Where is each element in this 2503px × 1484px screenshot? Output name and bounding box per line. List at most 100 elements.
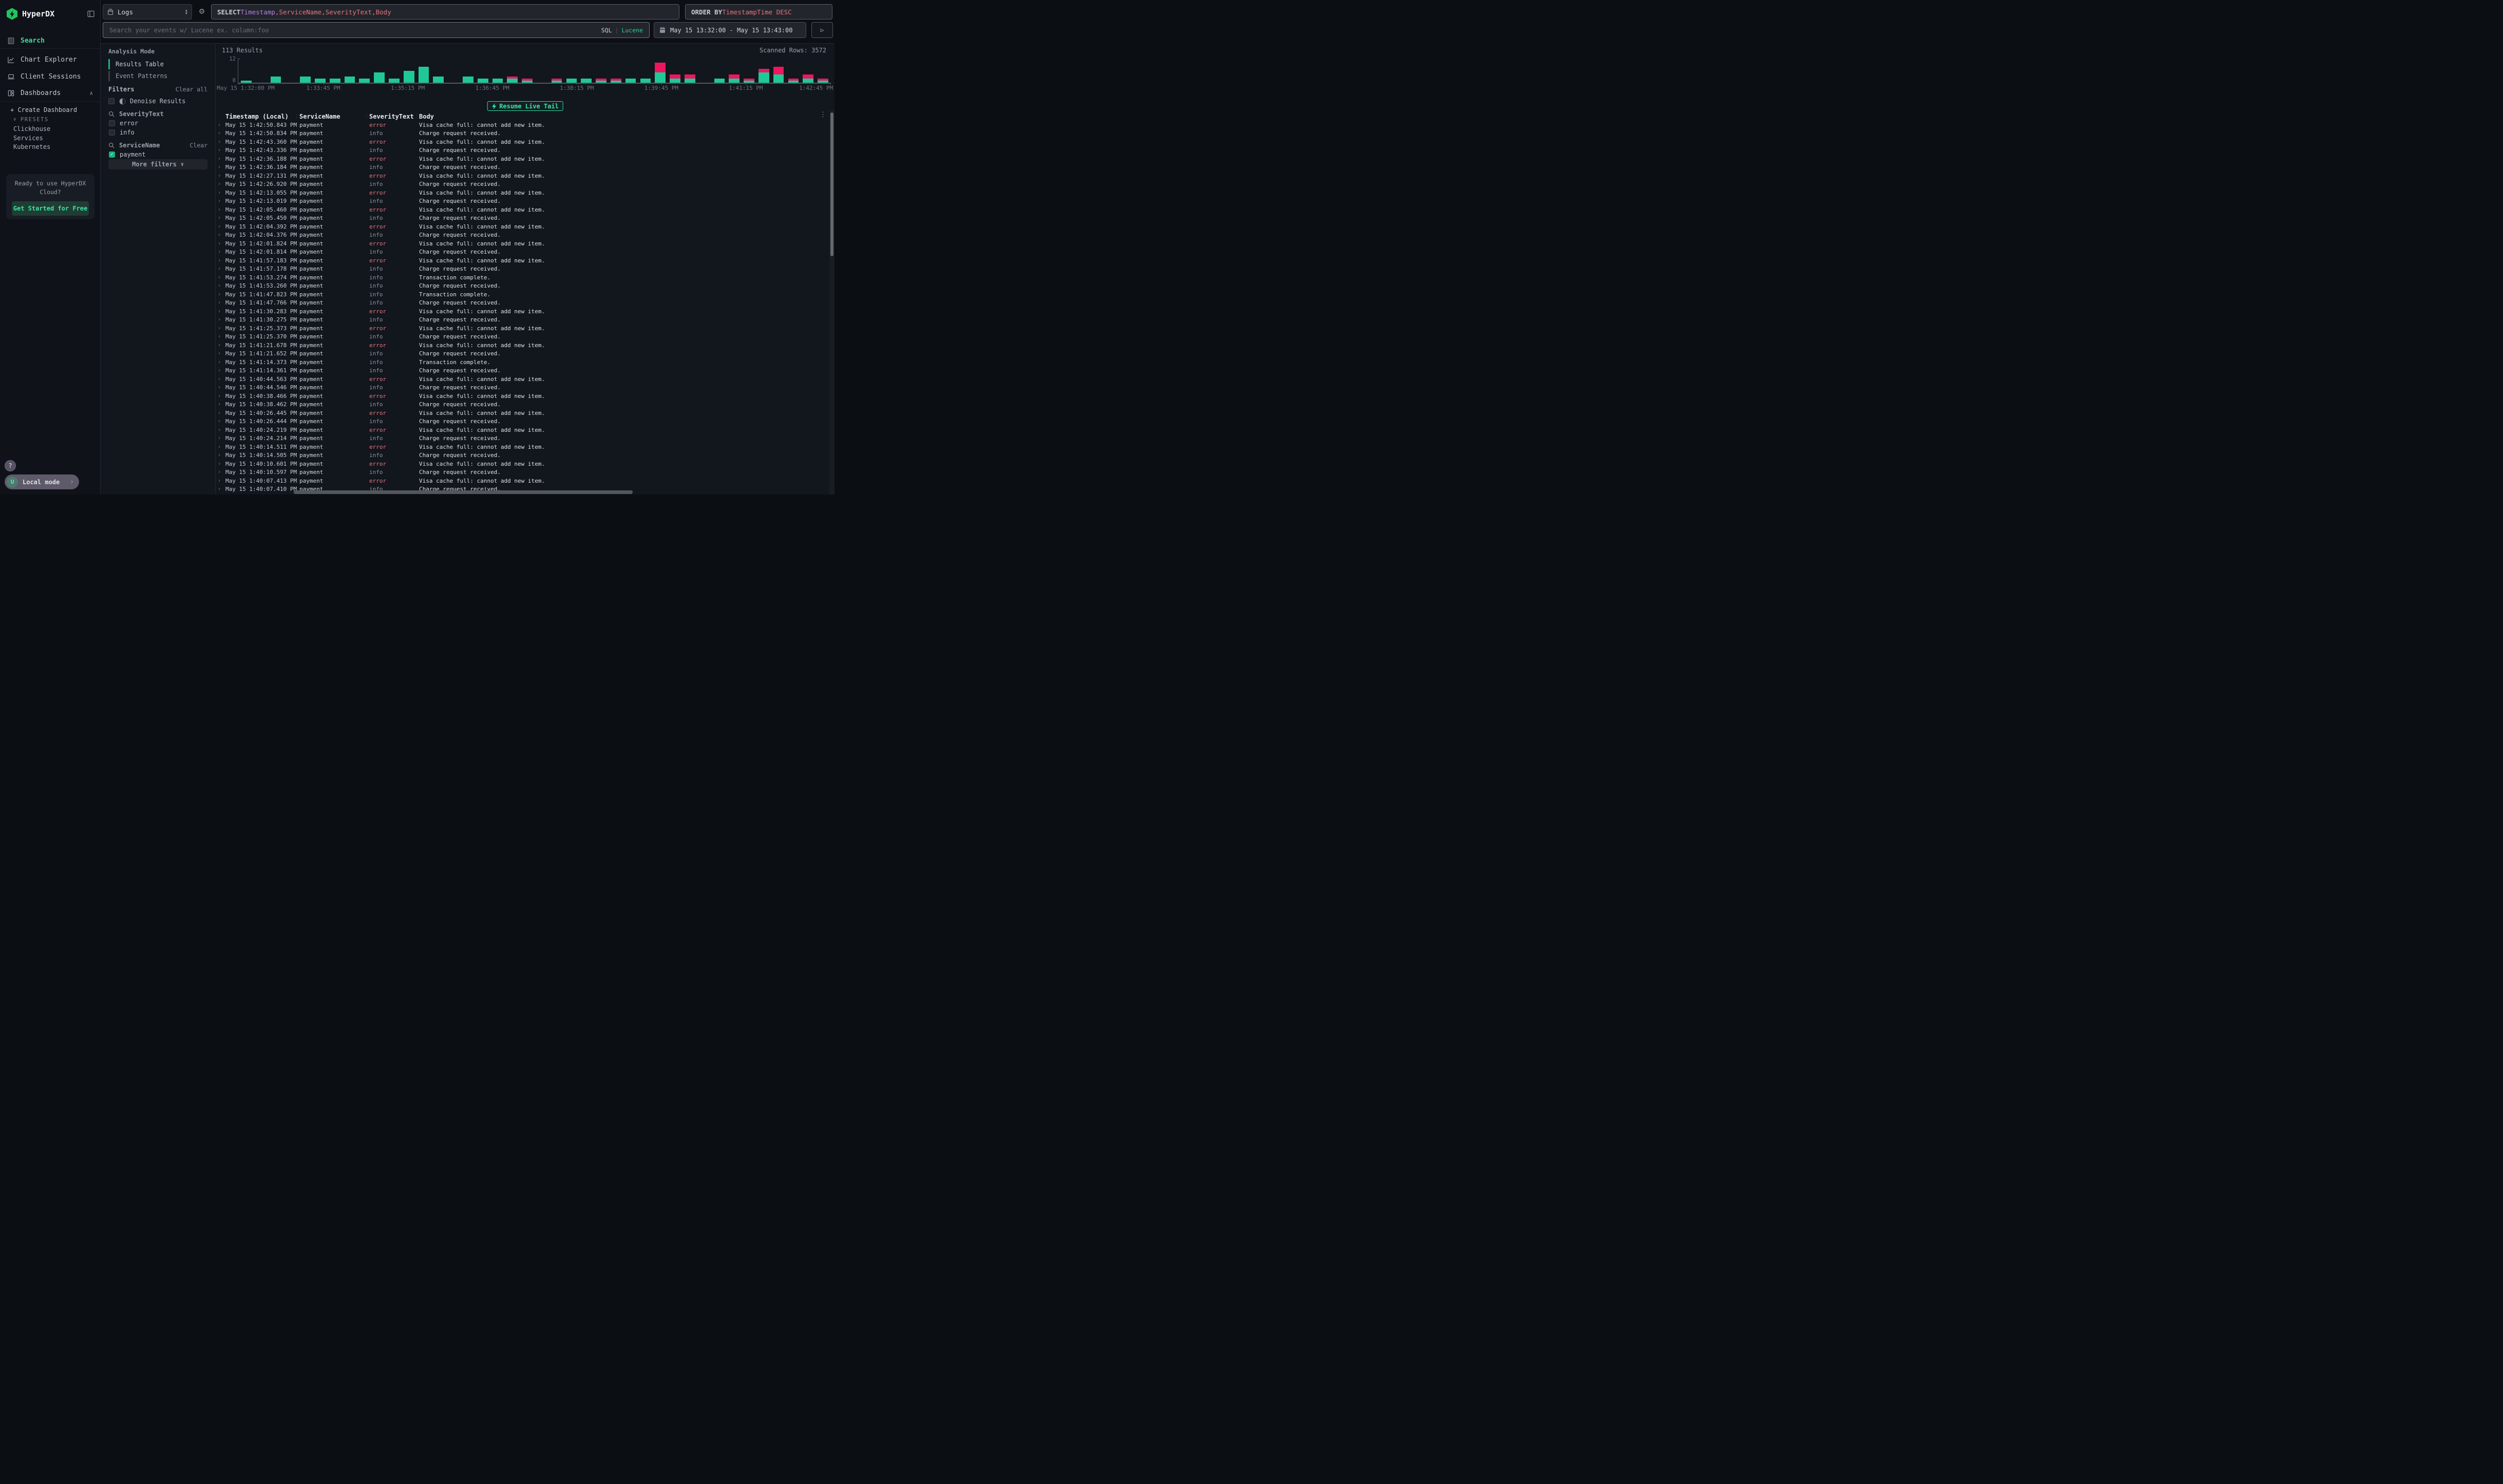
- info-bar-segment[interactable]: [359, 79, 370, 83]
- row-expand-chevron-icon[interactable]: ›: [218, 215, 225, 221]
- preset-kubernetes[interactable]: Kubernetes: [0, 142, 100, 151]
- table-row[interactable]: ›May 15 1:40:38.462 PMpaymentinfoCharge …: [216, 401, 827, 409]
- error-bar-segment[interactable]: [729, 74, 739, 79]
- resume-live-tail-button[interactable]: Resume Live Tail: [487, 101, 563, 111]
- histogram-bin[interactable]: [283, 59, 298, 83]
- info-bar-segment[interactable]: [625, 79, 636, 83]
- row-expand-chevron-icon[interactable]: ›: [218, 359, 225, 365]
- histogram-bin[interactable]: [505, 59, 520, 83]
- row-expand-chevron-icon[interactable]: ›: [218, 275, 225, 280]
- table-row[interactable]: ›May 15 1:41:25.373 PMpaymenterrorVisa c…: [216, 324, 827, 333]
- table-row[interactable]: ›May 15 1:41:21.678 PMpaymenterrorVisa c…: [216, 341, 827, 350]
- table-row[interactable]: ›May 15 1:40:10.601 PMpaymenterrorVisa c…: [216, 460, 827, 468]
- histogram-bin[interactable]: [682, 59, 697, 83]
- histogram-bin[interactable]: [623, 59, 638, 83]
- row-expand-chevron-icon[interactable]: ›: [218, 156, 225, 162]
- table-row[interactable]: ›May 15 1:41:30.275 PMpaymentinfoCharge …: [216, 316, 827, 325]
- row-expand-chevron-icon[interactable]: ›: [218, 139, 225, 145]
- table-row[interactable]: ›May 15 1:41:57.178 PMpaymentinfoCharge …: [216, 265, 827, 274]
- table-row[interactable]: ›May 15 1:40:14.505 PMpaymentinfoCharge …: [216, 451, 827, 460]
- row-expand-chevron-icon[interactable]: ›: [218, 469, 225, 475]
- lucene-mode-button[interactable]: Lucene: [621, 27, 643, 34]
- vertical-scrollbar-thumb[interactable]: [830, 112, 833, 256]
- checkbox-unchecked[interactable]: [109, 120, 115, 126]
- sidebar-item-chart-explorer[interactable]: Chart Explorer: [0, 53, 100, 66]
- row-expand-chevron-icon[interactable]: ›: [218, 224, 225, 230]
- checkbox-checked[interactable]: ✓: [109, 151, 115, 158]
- info-bar-segment[interactable]: [315, 79, 326, 83]
- error-bar-segment[interactable]: [685, 74, 695, 79]
- column-drag-handle-icon[interactable]: ⋮: [414, 113, 419, 119]
- row-expand-chevron-icon[interactable]: ›: [218, 181, 225, 187]
- histogram-bin[interactable]: [816, 59, 830, 83]
- table-row[interactable]: ›May 15 1:42:01.814 PMpaymentinfoCharge …: [216, 248, 827, 257]
- sidebar-item-search[interactable]: Search: [0, 34, 100, 47]
- histogram-bin[interactable]: [446, 59, 461, 83]
- info-bar-segment[interactable]: [596, 81, 606, 83]
- sidebar-item-dashboards[interactable]: Dashboards ∧: [0, 86, 100, 100]
- row-expand-chevron-icon[interactable]: ›: [218, 343, 225, 348]
- sidebar-item-client-sessions[interactable]: Client Sessions: [0, 70, 100, 83]
- table-row[interactable]: ›May 15 1:41:47.766 PMpaymentinfoCharge …: [216, 299, 827, 308]
- column-header-severitytext[interactable]: ⋮SeverityText: [369, 112, 419, 121]
- info-bar-segment[interactable]: [744, 81, 754, 83]
- row-expand-chevron-icon[interactable]: ›: [218, 435, 225, 441]
- histogram-bin[interactable]: [668, 59, 682, 83]
- row-expand-chevron-icon[interactable]: ›: [218, 147, 225, 153]
- sql-mode-button[interactable]: SQL: [601, 27, 612, 34]
- info-bar-segment[interactable]: [759, 72, 769, 83]
- histogram-bin[interactable]: [476, 59, 490, 83]
- row-expand-chevron-icon[interactable]: ›: [218, 368, 225, 373]
- table-row[interactable]: ›May 15 1:42:13.019 PMpaymentinfoCharge …: [216, 197, 827, 206]
- table-row[interactable]: ›May 15 1:42:43.360 PMpaymenterrorVisa c…: [216, 138, 827, 146]
- histogram-bin[interactable]: [771, 59, 786, 83]
- error-bar-segment[interactable]: [803, 74, 813, 79]
- row-expand-chevron-icon[interactable]: ›: [218, 326, 225, 331]
- row-expand-chevron-icon[interactable]: ›: [218, 207, 225, 213]
- denoise-results-checkbox[interactable]: Denoise Results: [108, 97, 210, 105]
- info-bar-segment[interactable]: [374, 72, 385, 83]
- presets-toggle[interactable]: ∨ PRESETS: [0, 115, 100, 124]
- row-expand-chevron-icon[interactable]: ›: [218, 283, 225, 289]
- column-header-servicename[interactable]: ⋮ServiceName: [299, 112, 369, 121]
- table-row[interactable]: ›May 15 1:40:38.466 PMpaymenterrorVisa c…: [216, 392, 827, 401]
- gear-icon[interactable]: ⚙: [196, 5, 207, 18]
- row-expand-chevron-icon[interactable]: ›: [218, 266, 225, 272]
- time-range-picker[interactable]: May 15 13:32:00 - May 15 13:43:00: [654, 22, 806, 38]
- info-bar-segment[interactable]: [670, 79, 680, 83]
- info-bar-segment[interactable]: [552, 81, 562, 83]
- row-expand-chevron-icon[interactable]: ›: [218, 173, 225, 179]
- table-row[interactable]: ›May 15 1:42:36.184 PMpaymentinfoCharge …: [216, 163, 827, 172]
- run-query-button[interactable]: ▷: [811, 22, 833, 38]
- row-expand-chevron-icon[interactable]: ›: [218, 418, 225, 424]
- row-expand-chevron-icon[interactable]: ›: [218, 300, 225, 306]
- filter-option-info[interactable]: info: [108, 128, 210, 137]
- info-bar-segment[interactable]: [478, 79, 488, 83]
- info-bar-segment[interactable]: [522, 81, 533, 83]
- table-row[interactable]: ›May 15 1:41:30.283 PMpaymenterrorVisa c…: [216, 307, 827, 316]
- search-icon[interactable]: [108, 111, 115, 117]
- table-row[interactable]: ›May 15 1:41:25.370 PMpaymentinfoCharge …: [216, 333, 827, 341]
- row-expand-chevron-icon[interactable]: ›: [218, 478, 225, 484]
- row-expand-chevron-icon[interactable]: ›: [218, 393, 225, 399]
- info-bar-segment[interactable]: [640, 79, 651, 83]
- histogram-bin[interactable]: [298, 59, 313, 83]
- order-by-input[interactable]: ORDER BY TimestampTime DESC: [685, 4, 832, 20]
- histogram-bin[interactable]: [254, 59, 269, 83]
- preset-services[interactable]: Services: [0, 134, 100, 143]
- filter-option-error[interactable]: error: [108, 119, 210, 127]
- histogram-bin[interactable]: [786, 59, 801, 83]
- table-row[interactable]: ›May 15 1:40:26.445 PMpaymenterrorVisa c…: [216, 409, 827, 417]
- info-bar-segment[interactable]: [803, 79, 813, 83]
- info-bar-segment[interactable]: [729, 79, 739, 83]
- table-row[interactable]: ›May 15 1:40:14.511 PMpaymenterrorVisa c…: [216, 443, 827, 451]
- info-bar-segment[interactable]: [773, 74, 784, 83]
- row-expand-chevron-icon[interactable]: ›: [218, 486, 225, 492]
- histogram-bin[interactable]: [535, 59, 549, 83]
- row-expand-chevron-icon[interactable]: ›: [218, 402, 225, 407]
- histogram-bin[interactable]: [653, 59, 668, 83]
- row-expand-chevron-icon[interactable]: ›: [218, 258, 225, 263]
- histogram-bin[interactable]: [461, 59, 476, 83]
- table-row[interactable]: ›May 15 1:42:13.055 PMpaymenterrorVisa c…: [216, 188, 827, 197]
- table-row[interactable]: ›May 15 1:42:04.376 PMpaymentinfoCharge …: [216, 231, 827, 240]
